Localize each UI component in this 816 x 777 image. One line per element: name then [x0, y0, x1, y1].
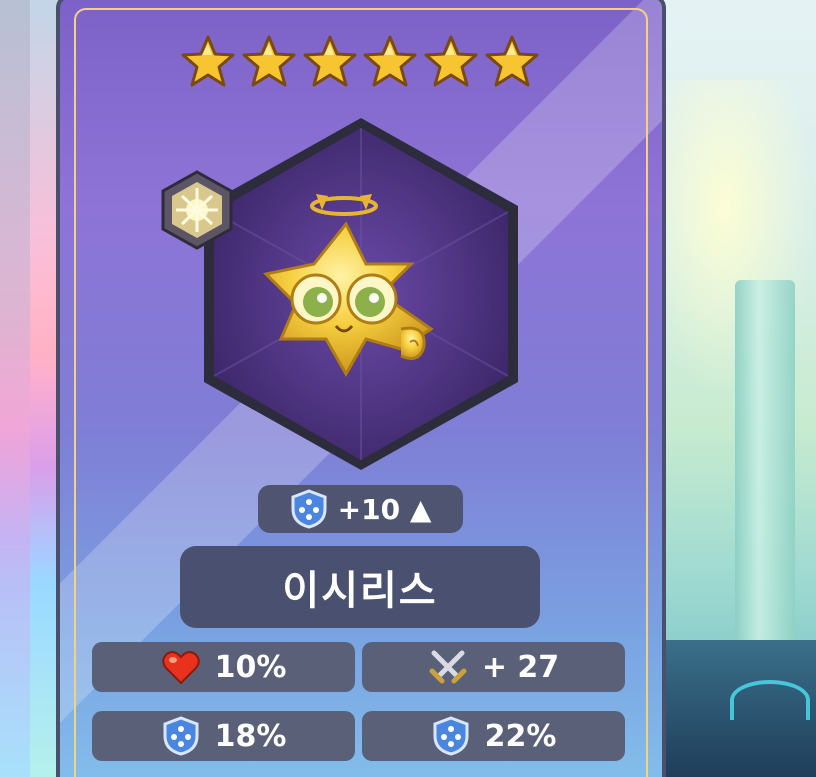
enhance-level-text: +10 ▲ — [337, 492, 432, 526]
shield-icon — [161, 716, 201, 756]
background-right-pillar — [735, 280, 795, 660]
stat-hp-value: 10% — [214, 649, 287, 685]
star-icon — [362, 34, 418, 90]
enhance-level-badge: +10 ▲ — [258, 485, 463, 533]
star-icon — [423, 34, 479, 90]
stat-attack: + 27 — [362, 642, 625, 692]
background-left-pillar — [0, 0, 30, 777]
star-icon — [302, 34, 358, 90]
stat-hp: 10% — [92, 642, 355, 692]
light-element-icon — [160, 170, 234, 250]
shield-icon — [290, 489, 328, 529]
star-rating — [180, 34, 540, 94]
heart-icon — [161, 647, 201, 687]
shield-icon — [431, 716, 471, 756]
crossed-swords-icon — [428, 647, 468, 687]
star-icon — [241, 34, 297, 90]
star-icon — [180, 34, 236, 90]
background-rune — [730, 680, 810, 720]
portrait-frame — [196, 114, 526, 474]
stat-attack-value: + 27 — [481, 649, 560, 685]
stat-defense-value: 18% — [214, 718, 287, 754]
stat-defense-2: 22% — [362, 711, 625, 761]
stat-defense: 18% — [92, 711, 355, 761]
star-icon — [484, 34, 540, 90]
stat-defense-2-value: 22% — [484, 718, 557, 754]
pet-name-plate: 이시리스 — [180, 546, 540, 628]
pet-name: 이시리스 — [282, 568, 438, 614]
